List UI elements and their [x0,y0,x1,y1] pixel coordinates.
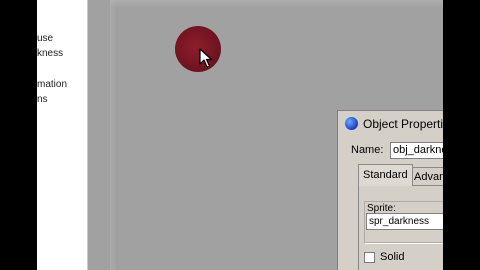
resource-tree-item[interactable]: kness [37,48,63,60]
object-properties-dialog: Object Properties Name: obj_darkness Sta… [337,110,443,270]
sprite-field[interactable]: spr_darkness [366,213,443,230]
resource-tree-item[interactable]: use [37,33,53,45]
solid-checkbox[interactable] [364,252,375,263]
resource-tree-item[interactable]: mation [37,79,67,91]
dialog-title: Object Properties [363,117,443,131]
dialog-titlebar[interactable]: Object Properties [338,111,443,135]
letterbox-right [443,0,480,270]
tab-advanced[interactable]: Advanced [409,167,443,185]
room-editor-canvas[interactable]: Object Properties Name: obj_darkness Sta… [88,0,443,270]
canvas-border-shade [110,0,118,270]
mouse-pointer-icon [199,48,213,68]
darkness-object-instance[interactable] [175,26,221,72]
resource-tree-panel: use kness mation ns [37,0,88,270]
object-globe-icon [345,117,358,130]
letterbox-left [0,0,37,270]
resource-tree-item[interactable]: ns [37,94,48,106]
tab-standard[interactable]: Standard [358,164,413,186]
object-name-field[interactable]: obj_darkness [390,142,443,159]
name-label: Name: [351,144,384,156]
screen: use kness mation ns Object Properties Na… [37,0,443,270]
canvas-border-shade [110,0,443,8]
solid-label: Solid [380,251,405,263]
